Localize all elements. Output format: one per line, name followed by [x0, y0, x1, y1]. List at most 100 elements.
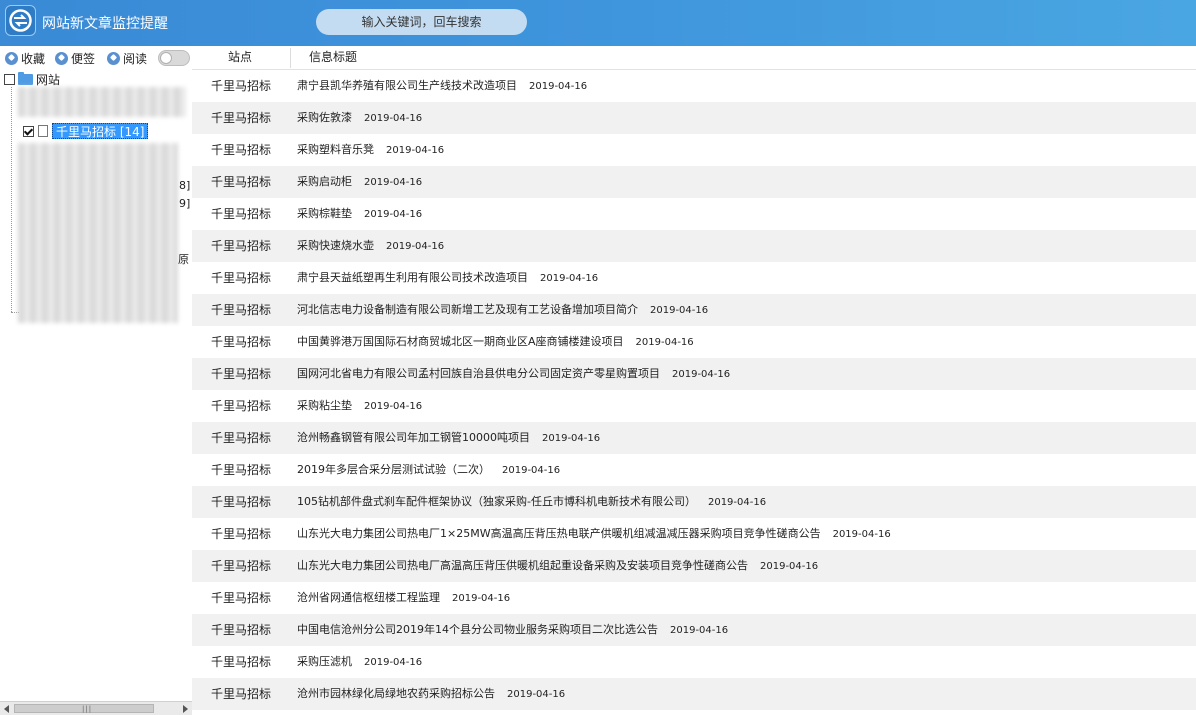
row-site: 千里马招标 — [211, 463, 272, 477]
table-row[interactable]: 千里马招标 2019年多层合采分层测试试验（二次） 2019-04-16 — [192, 454, 1196, 486]
scroll-left-icon[interactable] — [4, 705, 9, 713]
row-site: 千里马招标 — [211, 367, 272, 381]
favorites-button[interactable]: 收藏 — [5, 50, 45, 66]
table-row[interactable]: 千里马招标 采购快速烧水壶 2019-04-16 — [192, 230, 1196, 262]
row-title-link[interactable]: 国网河北省电力有限公司孟村回族自治县供电分公司固定资产零星购置项目 2019-04… — [297, 358, 730, 391]
table-header: 站点 信息标题 — [192, 46, 1196, 70]
column-separator[interactable] — [290, 48, 291, 68]
row-site: 千里马招标 — [211, 527, 272, 541]
row-title-link[interactable]: 采购棕鞋垫 2019-04-16 — [297, 198, 422, 231]
tree-horizontal-scrollbar[interactable]: ||| — [0, 701, 192, 715]
row-date: 2019-04-16 — [364, 113, 423, 124]
tree-item-fragment: 原 — [178, 253, 189, 266]
column-header-title[interactable]: 信息标题 — [309, 46, 357, 68]
toggle-knob — [160, 52, 172, 64]
row-title-text: 肃宁县凯华养殖有限公司生产线技术改造项目 — [297, 79, 517, 92]
row-title-link[interactable]: 山东光大电力集团公司热电厂高温高压背压供暖机组起重设备采购及安装项目竞争性磋商公… — [297, 550, 818, 583]
row-title-link[interactable]: 采购塑料音乐凳 2019-04-16 — [297, 134, 444, 167]
site-tree: 网站 千里马招标 [14] 8] 9] 原 — [0, 69, 192, 701]
row-title-link[interactable]: 采购粘尘垫 2019-04-16 — [297, 390, 422, 423]
table-row[interactable]: 千里马招标 沧州市园林绿化局绿地农药采购招标公告 2019-04-16 — [192, 678, 1196, 710]
tree-root[interactable]: 网站 — [4, 71, 60, 87]
table-row[interactable]: 千里马招标 国网河北省电力有限公司孟村回族自治县供电分公司固定资产零星购置项目 20… — [192, 358, 1196, 390]
read-mode-toggle[interactable] — [158, 50, 190, 66]
row-title-text: 采购粘尘垫 — [297, 399, 352, 412]
row-title-link[interactable]: 采购启动柜 2019-04-16 — [297, 166, 422, 199]
row-title-link[interactable]: 105钻机部件盘式刹车配件框架协议（独家采购-任丘市博科机电新技术有限公司） 20… — [297, 486, 766, 519]
row-title-link[interactable]: 采购佐敦漆 2019-04-16 — [297, 102, 422, 135]
row-title-link[interactable]: 中国黄骅港万国国际石材商贸城北区一期商业区A座商铺楼建设项目 2019-04-16 — [297, 326, 694, 359]
row-title-link[interactable]: 肃宁县天益纸塑再生利用有限公司技术改造项目 2019-04-16 — [297, 262, 598, 295]
table-row[interactable]: 千里马招标 中国黄骅港万国国际石材商贸城北区一期商业区A座商铺楼建设项目 2019-… — [192, 326, 1196, 358]
table-row[interactable]: 千里马招标 山东光大电力集团公司热电厂高温高压背压供暖机组起重设备采购及安装项目竞… — [192, 550, 1196, 582]
row-date: 2019-04-16 — [540, 273, 599, 284]
row-title-link[interactable]: 采购压滤机 2019-04-16 — [297, 646, 422, 679]
table-row[interactable]: 千里马招标 采购佐敦漆 2019-04-16 — [192, 102, 1196, 134]
row-title-link[interactable]: 河北信志电力设备制造有限公司新增工艺及现有工艺设备增加项目简介 2019-04-1… — [297, 294, 708, 327]
table-row[interactable]: 千里马招标 采购压滤机 2019-04-16 — [192, 646, 1196, 678]
table-row[interactable]: 千里马招标 肃宁县天益纸塑再生利用有限公司技术改造项目 2019-04-16 — [192, 262, 1196, 294]
row-title-text: 中国黄骅港万国国际石材商贸城北区一期商业区A座商铺楼建设项目 — [297, 335, 624, 348]
app-title: 网站新文章监控提醒 — [42, 16, 168, 32]
favorites-icon — [5, 51, 18, 65]
row-date: 2019-04-16 — [364, 209, 423, 220]
tree-root-checkbox[interactable] — [4, 73, 15, 85]
read-button[interactable]: 阅读 — [107, 50, 147, 66]
row-date: 2019-04-16 — [635, 337, 694, 348]
table-row[interactable]: 千里马招标 采购粘尘垫 2019-04-16 — [192, 390, 1196, 422]
table-row[interactable]: 千里马招标 采购启动柜 2019-04-16 — [192, 166, 1196, 198]
row-date: 2019-04-16 — [386, 145, 445, 156]
row-title-link[interactable]: 2019年多层合采分层测试试验（二次） 2019-04-16 — [297, 454, 560, 487]
row-site: 千里马招标 — [211, 655, 272, 669]
redacted-tree-items — [18, 143, 178, 323]
search-input[interactable] — [316, 9, 527, 35]
row-title-text: 采购佐敦漆 — [297, 111, 352, 124]
table-row[interactable]: 千里马招标 采购塑料音乐凳 2019-04-16 — [192, 134, 1196, 166]
row-date: 2019-04-16 — [529, 81, 588, 92]
table-row[interactable]: 千里马招标 中国电信沧州分公司2019年14个县分公司物业服务采购项目二次比选公告… — [192, 614, 1196, 646]
table-row[interactable]: 千里马招标 105钻机部件盘式刹车配件框架协议（独家采购-任丘市博科机电新技术有限… — [192, 486, 1196, 518]
row-title-link[interactable]: 采购快速烧水壶 2019-04-16 — [297, 230, 444, 263]
row-site: 千里马招标 — [211, 303, 272, 317]
articles-table: 千里马招标 肃宁县凯华养殖有限公司生产线技术改造项目 2019-04-16 千里马招标… — [192, 70, 1196, 715]
row-site: 千里马招标 — [211, 175, 272, 189]
file-icon — [38, 125, 48, 137]
tree-root-label: 网站 — [36, 72, 61, 87]
row-title-link[interactable]: 沧州省网通信枢纽楼工程监理 2019-04-16 — [297, 582, 510, 615]
row-title-text: 山东光大电力集团公司热电厂高温高压背压供暖机组起重设备采购及安装项目竞争性磋商公… — [297, 559, 748, 572]
notes-button[interactable]: 便签 — [55, 50, 95, 66]
tree-item-label: 千里马招标 [14] — [52, 123, 149, 139]
row-date: 2019-04-16 — [364, 177, 423, 188]
tree-item-checkbox[interactable] — [23, 125, 34, 137]
row-site: 千里马招标 — [211, 335, 272, 349]
row-site: 千里马招标 — [211, 687, 272, 701]
tree-item-qianlima[interactable]: 千里马招标 [14] — [23, 123, 149, 139]
column-header-site[interactable]: 站点 — [228, 46, 252, 68]
row-site: 千里马招标 — [211, 559, 272, 573]
row-title-text: 105钻机部件盘式刹车配件框架协议（独家采购-任丘市博科机电新技术有限公司） — [297, 495, 696, 508]
row-site: 千里马招标 — [211, 623, 272, 637]
row-title-text: 中国电信沧州分公司2019年14个县分公司物业服务采购项目二次比选公告 — [297, 623, 658, 636]
table-row[interactable]: 千里马招标 肃宁县凯华养殖有限公司生产线技术改造项目 2019-04-16 — [192, 70, 1196, 102]
row-title-text: 沧州省网通信枢纽楼工程监理 — [297, 591, 440, 604]
row-site: 千里马招标 — [211, 431, 272, 445]
table-row[interactable]: 千里马招标 沧州畅鑫钢管有限公司年加工钢管10000吨项目 2019-04-16 — [192, 422, 1196, 454]
scroll-right-icon[interactable] — [183, 705, 188, 713]
folder-icon — [18, 71, 33, 85]
row-title-link[interactable]: 沧州市园林绿化局绿地农药采购招标公告 2019-04-16 — [297, 678, 565, 711]
read-label: 阅读 — [123, 51, 148, 66]
row-title-link[interactable]: 中国电信沧州分公司2019年14个县分公司物业服务采购项目二次比选公告 2019-… — [297, 614, 728, 647]
row-date: 2019-04-16 — [452, 593, 511, 604]
row-title-link[interactable]: 山东光大电力集团公司热电厂1×25MW高温高压背压热电联产供暖机组减温减压器采购… — [297, 518, 891, 551]
table-row[interactable]: 千里马招标 河北信志电力设备制造有限公司新增工艺及现有工艺设备增加项目简介 2019… — [192, 294, 1196, 326]
row-date: 2019-04-16 — [542, 433, 601, 444]
row-title-text: 沧州畅鑫钢管有限公司年加工钢管10000吨项目 — [297, 431, 530, 444]
row-title-link[interactable]: 肃宁县凯华养殖有限公司生产线技术改造项目 2019-04-16 — [297, 70, 587, 103]
table-row[interactable]: 千里马招标 山东光大电力集团公司热电厂1×25MW高温高压背压热电联产供暖机组减温… — [192, 518, 1196, 550]
table-row[interactable]: 千里马招标 采购棕鞋垫 2019-04-16 — [192, 198, 1196, 230]
table-row[interactable]: 千里马招标 沧州省网通信枢纽楼工程监理 2019-04-16 — [192, 582, 1196, 614]
row-site: 千里马招标 — [211, 79, 272, 93]
row-title-link[interactable]: 沧州畅鑫钢管有限公司年加工钢管10000吨项目 2019-04-16 — [297, 422, 600, 455]
tree-item-fragment: 8] — [179, 179, 191, 192]
grip-icon: ||| — [82, 705, 93, 713]
